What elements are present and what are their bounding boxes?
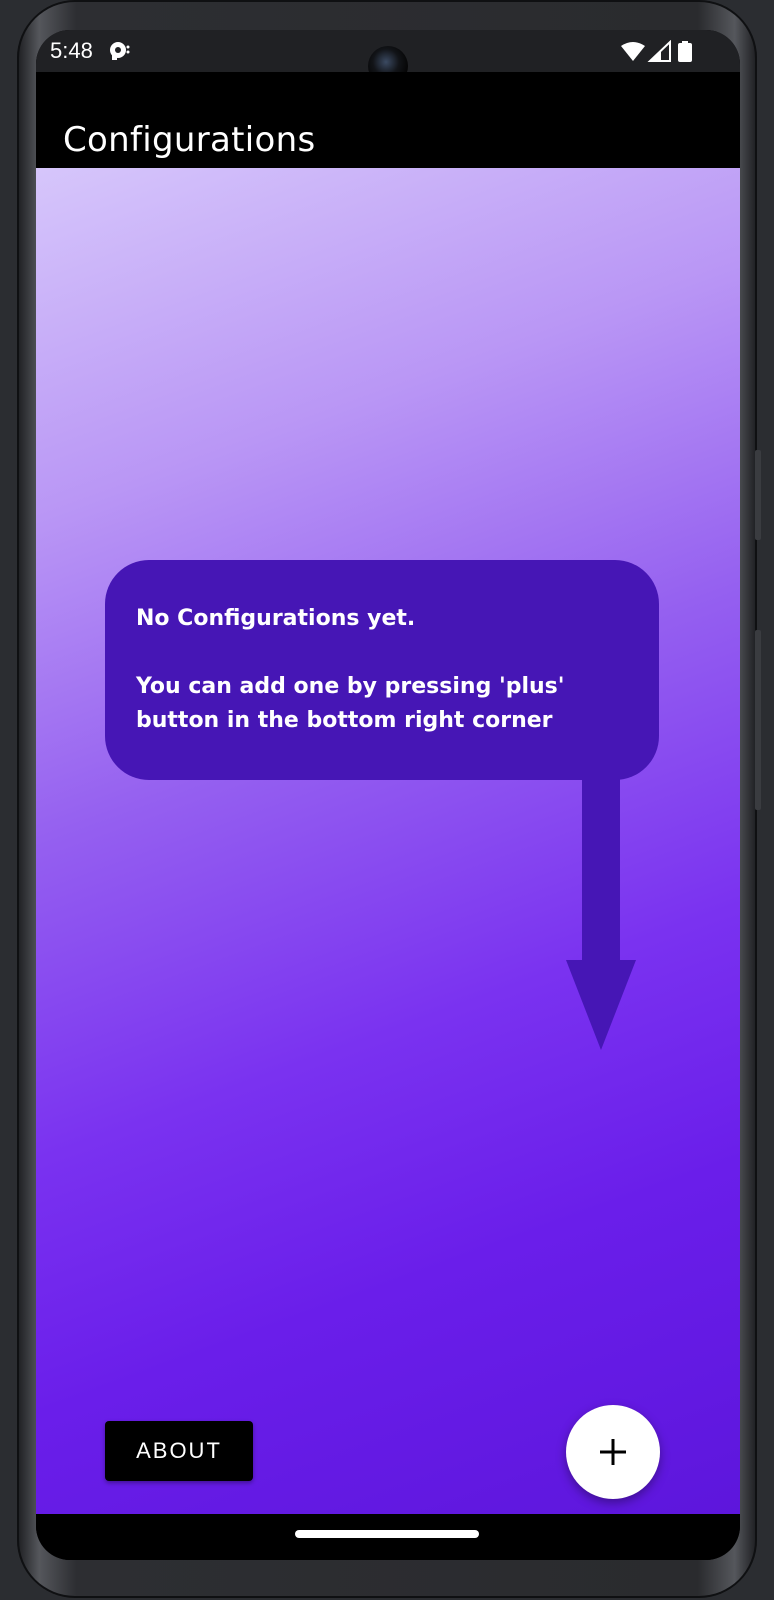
volume-button [755,450,761,540]
status-icons [620,39,704,64]
notification-app-icon [108,40,130,62]
navigation-bar [36,1514,740,1560]
battery-icon [678,41,692,62]
home-indicator[interactable] [295,1530,479,1538]
empty-state-text: No Configurations yet. You can add one b… [136,602,636,738]
status-bar: 5:48 [36,30,740,86]
empty-state-hint: You can add one by pressing 'plus' butto… [136,674,565,733]
arrow-down-icon [566,770,636,1050]
wifi-icon [621,42,645,61]
add-configuration-button[interactable] [566,1405,660,1499]
about-button[interactable]: ABOUT [105,1421,253,1481]
power-button [755,630,761,810]
empty-state-bubble: No Configurations yet. You can add one b… [105,560,659,780]
page-title: Configurations [63,120,316,160]
empty-state-heading: No Configurations yet. [136,606,416,631]
cell-signal-icon [647,39,671,62]
status-time: 5:48 [50,38,93,63]
main-content: No Configurations yet. You can add one b… [36,168,740,1514]
plus-icon [600,1439,626,1465]
phone-screen: 5:48 Configurations No Configurations ye… [36,30,740,1560]
